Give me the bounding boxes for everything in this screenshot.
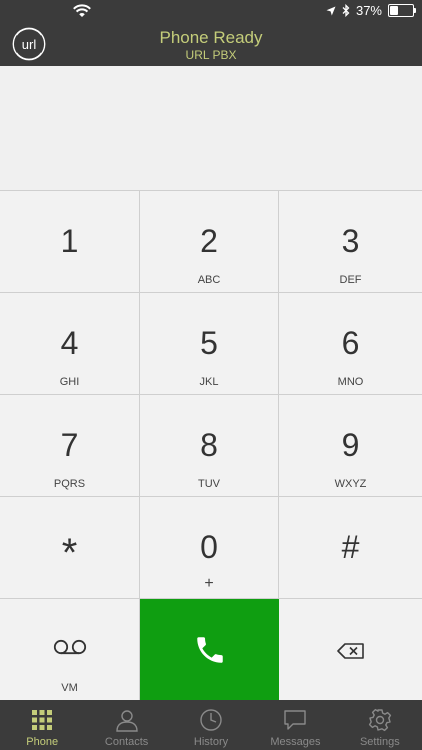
key-digit: 7 xyxy=(60,427,79,463)
key-3[interactable]: 3 DEF xyxy=(279,191,422,293)
location-arrow-icon xyxy=(326,6,336,15)
key-digit: 4 xyxy=(60,325,79,361)
wifi-icon xyxy=(73,4,91,17)
tab-settings[interactable]: Settings xyxy=(338,700,422,750)
key-digit: 8 xyxy=(200,427,218,463)
key-digit: 2 xyxy=(200,223,218,259)
key-digit: 0 xyxy=(200,529,218,565)
tab-history[interactable]: History xyxy=(169,700,253,750)
keypad-icon xyxy=(32,710,53,730)
page-subtitle: URL PBX xyxy=(185,48,237,62)
battery-icon xyxy=(388,4,416,17)
voicemail-label: VM xyxy=(61,682,78,694)
battery-fill xyxy=(390,6,398,15)
backspace-button[interactable] xyxy=(279,599,422,701)
key-letters: DEF xyxy=(339,274,362,286)
tab-label: Settings xyxy=(359,736,400,748)
key-letters: PQRS xyxy=(53,478,86,490)
backspace-icon xyxy=(336,643,364,659)
dial-display[interactable] xyxy=(0,66,422,190)
tab-label: Contacts xyxy=(104,736,149,748)
voicemail-icon xyxy=(53,639,86,655)
key-letters: TUV xyxy=(198,478,220,490)
key-7[interactable]: 7 PQRS xyxy=(0,395,140,497)
app-header: 37% url Phone Ready URL PBX xyxy=(0,0,422,66)
call-icon-wrap xyxy=(140,633,279,667)
page-title: Phone Ready xyxy=(159,28,263,47)
voicemail-button[interactable]: VM xyxy=(0,599,140,701)
person-icon xyxy=(115,710,138,732)
clock-icon xyxy=(200,709,222,731)
tab-bar: Phone Contacts History Messages Settings xyxy=(0,700,422,750)
key-hash[interactable]: # xyxy=(279,497,422,599)
phone-icon xyxy=(196,637,223,663)
key-6[interactable]: 6 MNO xyxy=(279,293,422,395)
title-block: Phone Ready URL PBX xyxy=(0,28,422,62)
gear-icon xyxy=(368,708,391,732)
battery-percent: 37% xyxy=(355,3,382,18)
backspace-icon-wrap xyxy=(279,643,422,659)
key-0[interactable]: 0 + xyxy=(140,497,279,599)
tab-contacts[interactable]: Contacts xyxy=(84,700,168,750)
key-letters: GHI xyxy=(59,376,80,388)
tab-phone[interactable]: Phone xyxy=(0,700,84,750)
chat-bubble-icon xyxy=(284,710,307,730)
dial-keypad: 1 2 ABC 3 DEF 4 GHI 5 JKL 6 MNO 7 PQRS 8 TUV 9 W… xyxy=(0,190,422,701)
key-9[interactable]: 9 WXYZ xyxy=(279,395,422,497)
key-1[interactable]: 1 xyxy=(0,191,140,293)
tab-label: Phone xyxy=(26,736,59,748)
tab-label: History xyxy=(193,736,229,748)
key-digit: 6 xyxy=(341,325,360,361)
key-digit: 1 xyxy=(60,223,79,259)
key-8[interactable]: 8 TUV xyxy=(140,395,279,497)
key-letters: WXYZ xyxy=(334,478,367,490)
status-bar: 37% xyxy=(0,0,422,22)
bluetooth-icon xyxy=(342,4,350,17)
key-digit: 3 xyxy=(341,223,360,259)
key-letters: + xyxy=(204,575,214,592)
key-digit: 5 xyxy=(200,325,218,361)
key-digit: * xyxy=(61,531,78,575)
key-letters: JKL xyxy=(199,376,219,388)
key-digit: # xyxy=(341,529,360,565)
tab-messages[interactable]: Messages xyxy=(253,700,337,750)
status-right: 37% xyxy=(326,3,416,18)
key-5[interactable]: 5 JKL xyxy=(140,293,279,395)
tab-label: Messages xyxy=(270,736,321,748)
voicemail-icon-wrap xyxy=(0,639,139,655)
key-star[interactable]: * xyxy=(0,497,140,599)
key-2[interactable]: 2 ABC xyxy=(140,191,279,293)
key-letters: ABC xyxy=(197,274,221,286)
key-digit: 9 xyxy=(341,427,360,463)
call-button[interactable] xyxy=(140,599,279,701)
key-letters: MNO xyxy=(337,376,364,388)
key-4[interactable]: 4 GHI xyxy=(0,293,140,395)
